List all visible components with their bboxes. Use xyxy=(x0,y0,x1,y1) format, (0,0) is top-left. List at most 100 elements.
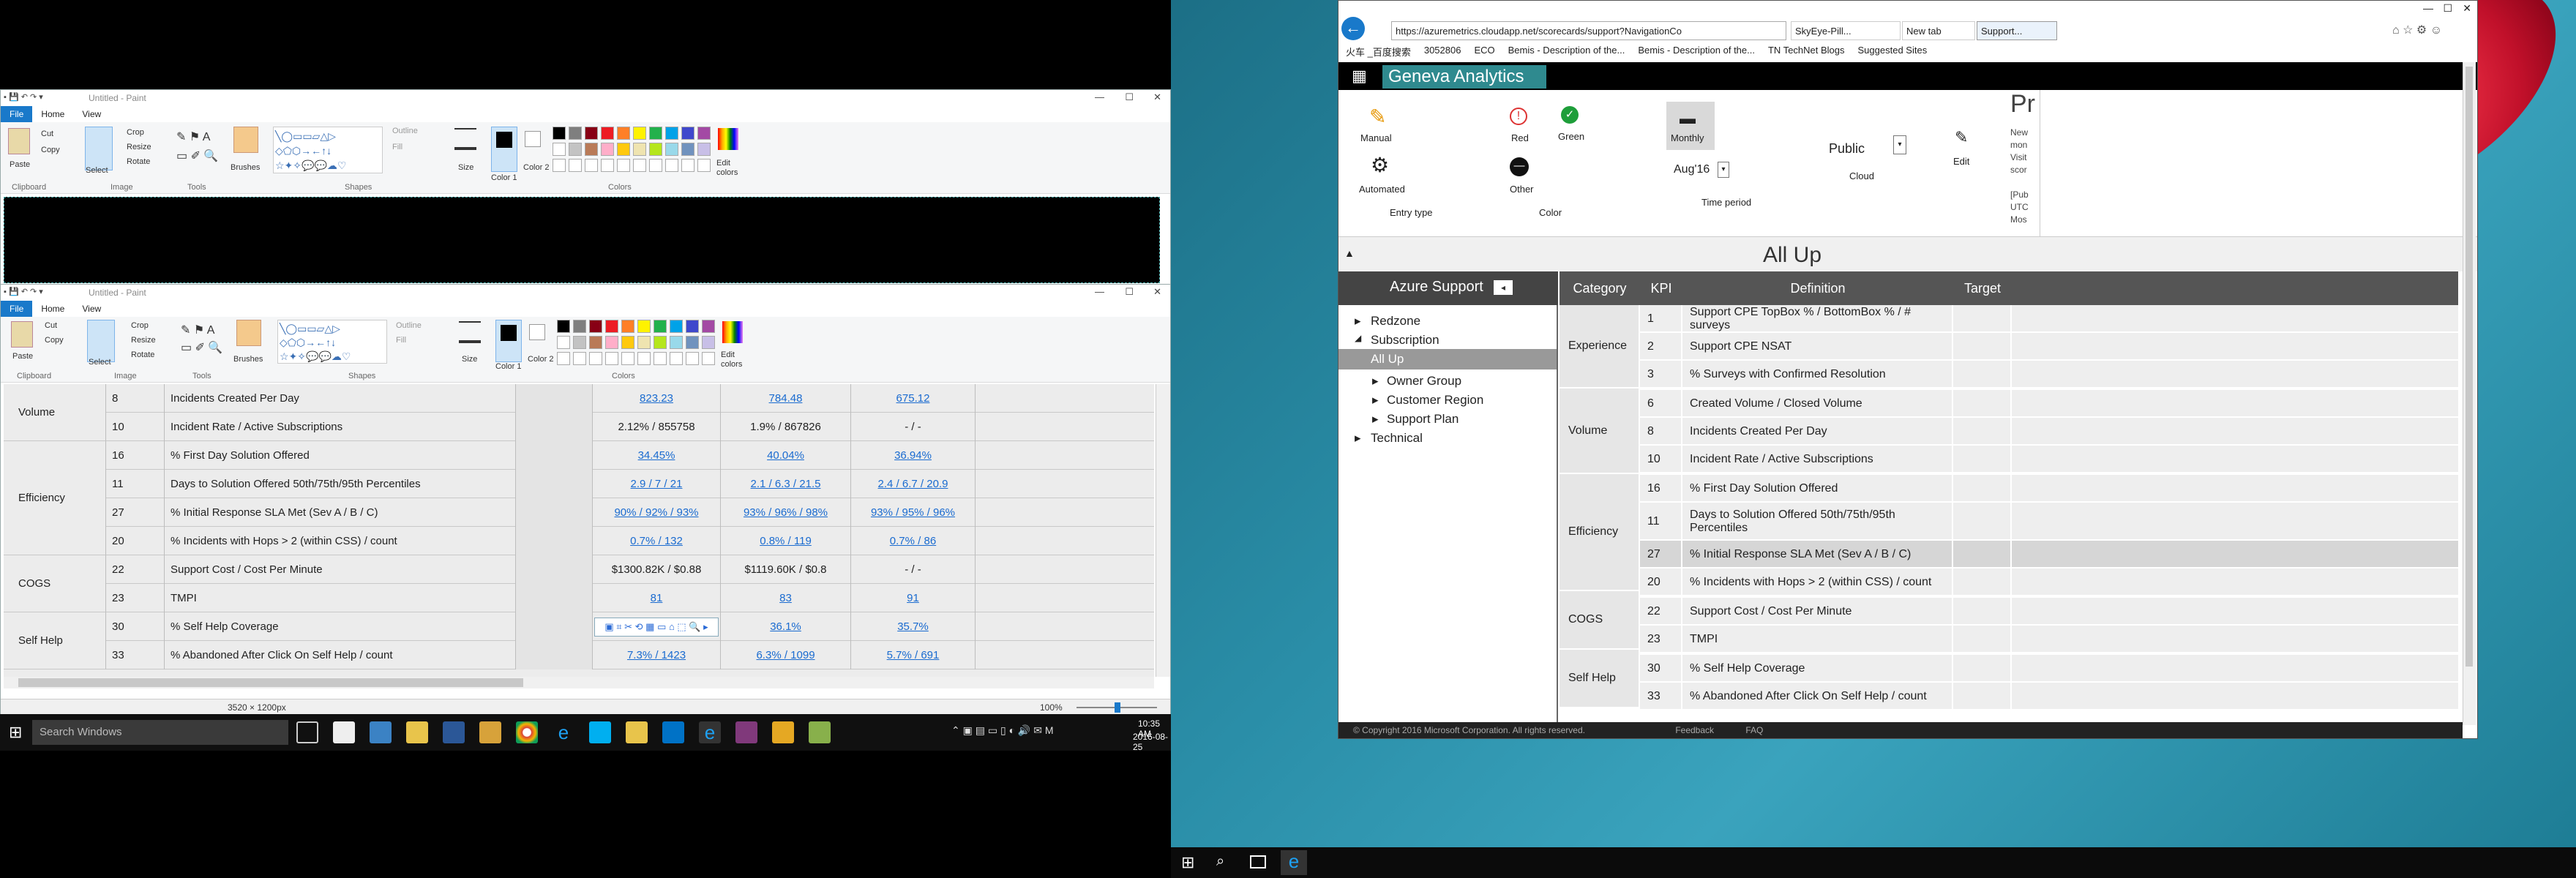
shapes-gallery[interactable]: ╲◯▭▭▱△▷ ◇⬠⬡→←↑↓ ☆✦✧💬💬☁♡ xyxy=(277,320,387,364)
app-icon[interactable] xyxy=(479,721,501,743)
rotate-button[interactable]: Rotate xyxy=(127,157,150,166)
search-input[interactable]: Search Windows xyxy=(32,720,288,745)
edit-colors-icon[interactable] xyxy=(722,321,743,343)
task-view-icon[interactable] xyxy=(296,721,318,743)
value-link[interactable]: 784.48 xyxy=(721,384,851,413)
monthly-button[interactable]: ▬ Monthly xyxy=(1666,102,1715,150)
collapse-sidebar-button[interactable]: ◂ xyxy=(1494,280,1513,295)
footer-link-feedback[interactable]: Feedback xyxy=(1675,725,1714,735)
folder-icon[interactable] xyxy=(626,721,648,743)
tree-item-technical[interactable]: Technical xyxy=(1371,431,1423,446)
value-link[interactable]: 0.7% / 132 xyxy=(593,527,721,555)
tree-arrow-icon[interactable]: ▸ xyxy=(1355,431,1361,446)
favorite-link[interactable]: Suggested Sites xyxy=(1858,45,1928,58)
collapse-icon[interactable]: ▲ xyxy=(1344,247,1355,259)
tree-arrow-icon[interactable]: ▸ xyxy=(1372,393,1379,408)
color-palette[interactable] xyxy=(553,127,714,175)
eraser-icon[interactable]: ▭ ✐ 🔍 xyxy=(181,340,222,355)
value-link[interactable]: 93% / 96% / 98% xyxy=(721,498,851,527)
close-icon[interactable]: ✕ xyxy=(1153,91,1161,103)
tree-arrow-icon[interactable]: ▸ xyxy=(1372,412,1379,427)
minimize-icon[interactable]: — xyxy=(2423,2,2433,14)
tab-file[interactable]: File xyxy=(1,106,33,122)
color-palette[interactable] xyxy=(557,320,718,368)
manual-label[interactable]: Manual xyxy=(1360,132,1392,143)
gear-icon[interactable]: ⚙ xyxy=(1371,153,1389,177)
value-link[interactable]: 5.7% / 691 xyxy=(851,641,976,669)
automated-label[interactable]: Automated xyxy=(1359,184,1405,195)
canvas-back[interactable] xyxy=(4,197,1160,283)
period-dropdown[interactable]: ▾ xyxy=(1718,162,1729,178)
cloud-dropdown[interactable]: ▾ xyxy=(1893,135,1906,154)
edit-colors-icon[interactable] xyxy=(718,128,738,150)
task-view-icon[interactable] xyxy=(1250,855,1266,868)
tab-active[interactable]: Support... xyxy=(1977,21,2057,40)
favorite-link[interactable]: Bemis - Description of the... xyxy=(1638,45,1755,58)
back-button[interactable]: ← xyxy=(1341,17,1365,40)
value-link[interactable]: 0.8% / 119 xyxy=(721,527,851,555)
size-icon[interactable] xyxy=(459,321,481,343)
footer-link-faq[interactable]: FAQ xyxy=(1745,725,1763,735)
tab-2[interactable]: New tab xyxy=(1902,21,1975,40)
tree-item-customer-region[interactable]: Customer Region xyxy=(1387,393,1483,408)
copy-button[interactable]: Copy xyxy=(41,146,60,154)
floating-toolbar[interactable]: ▣ ⌗ ✂ ⟲ ▦ ▭ ⌂ ⬚ 🔍 ▸ xyxy=(593,612,721,641)
favorite-link[interactable]: 火车 _百度搜索 xyxy=(1346,45,1411,58)
tab-home[interactable]: Home xyxy=(32,106,73,122)
edit-icon[interactable]: ✎ xyxy=(1955,128,1968,147)
minimize-icon[interactable]: — xyxy=(1095,91,1104,102)
favorite-link[interactable]: ECO xyxy=(1474,45,1494,58)
outline-dropdown[interactable]: Outline xyxy=(392,127,418,135)
value-link[interactable]: 36.1% xyxy=(721,612,851,641)
skype-icon[interactable] xyxy=(589,721,611,743)
start-icon[interactable]: ⊞ xyxy=(9,723,22,742)
tree-arrow-icon[interactable]: ▸ xyxy=(1355,314,1361,329)
chrome-icon[interactable] xyxy=(516,721,538,743)
value-link[interactable]: 90% / 92% / 93% xyxy=(593,498,721,527)
copy-button[interactable]: Copy xyxy=(45,336,64,345)
ie-icon[interactable]: e xyxy=(553,721,574,743)
value-link[interactable]: 91 xyxy=(851,584,976,612)
close-icon[interactable]: ✕ xyxy=(1153,286,1161,298)
shapes-gallery[interactable]: ╲◯▭▭▱△▷ ◇⬠⬡→←↑↓ ☆✦✧💬💬☁♡ xyxy=(273,127,383,173)
tree-arrow-icon[interactable]: ▸ xyxy=(1372,374,1379,389)
resize-button[interactable]: Resize xyxy=(131,336,156,345)
zoom-slider[interactable] xyxy=(1077,702,1157,713)
search-icon[interactable]: ⌕ xyxy=(1216,853,1224,870)
edit-label[interactable]: Edit xyxy=(1953,156,1969,167)
minimize-icon[interactable]: — xyxy=(1095,286,1104,297)
green-label[interactable]: Green xyxy=(1558,131,1584,142)
ie-active-icon[interactable]: e xyxy=(699,721,721,743)
tab-home[interactable]: Home xyxy=(32,301,73,317)
brushes-icon[interactable] xyxy=(236,320,261,346)
crop-button[interactable]: Crop xyxy=(131,321,149,330)
tree-item-all-up[interactable]: All Up xyxy=(1371,352,1404,367)
tab-file[interactable]: File xyxy=(1,301,33,317)
start-icon[interactable]: ⊞ xyxy=(1181,853,1194,872)
close-icon[interactable]: ✕ xyxy=(2463,2,2471,15)
favorite-link[interactable]: Bemis - Description of the... xyxy=(1508,45,1625,58)
paste-icon[interactable] xyxy=(11,321,33,348)
green-check-icon[interactable]: ✓ xyxy=(1561,106,1579,124)
paste-icon[interactable] xyxy=(8,128,30,154)
app-launcher-icon[interactable]: ▦ xyxy=(1352,67,1367,86)
tree-item-owner-group[interactable]: Owner Group xyxy=(1387,374,1461,389)
eraser-icon[interactable]: ▭ ✐ 🔍 xyxy=(176,149,218,163)
brushes-icon[interactable] xyxy=(233,127,258,153)
favorite-link[interactable]: TN TechNet Blogs xyxy=(1768,45,1845,58)
tray-icons[interactable]: ⌃ ▣ ▤ ▭ ▯ ◐ 🔊 ✉ M xyxy=(951,724,1054,737)
value-link[interactable]: 83 xyxy=(721,584,851,612)
value-link[interactable]: 81 xyxy=(593,584,721,612)
pencil-icon[interactable]: ✎ ⚑ A xyxy=(181,323,214,337)
tab-1[interactable]: SkyEye-Pill... xyxy=(1791,21,1901,40)
value-link[interactable]: 2.4 / 6.7 / 20.9 xyxy=(851,470,976,498)
select-button[interactable] xyxy=(87,320,115,362)
canvas-front[interactable]: Volume Efficiency COGS Self Help 8 Incid… xyxy=(4,384,1154,677)
paint-icon[interactable] xyxy=(809,721,831,743)
red-status-icon[interactable]: ! xyxy=(1510,108,1527,125)
value-link[interactable]: 823.23 xyxy=(593,384,721,413)
resize-button[interactable]: Resize xyxy=(127,143,151,151)
tree-expanded-icon[interactable]: ◢ xyxy=(1355,333,1361,343)
favorite-link[interactable]: 3052806 xyxy=(1424,45,1461,58)
app-icon[interactable] xyxy=(370,721,392,743)
